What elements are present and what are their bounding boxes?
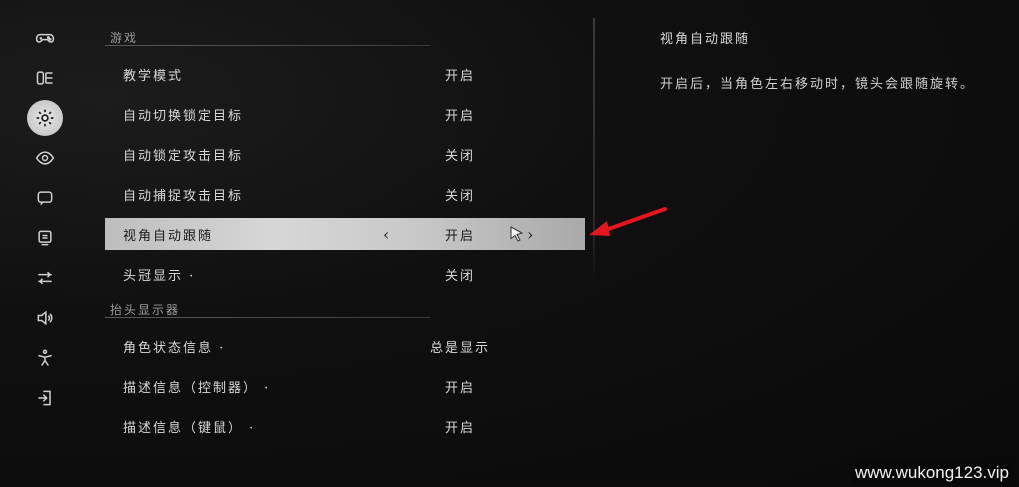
setting-value: 开启 <box>444 108 475 124</box>
section-title-game: 游戏 <box>105 22 585 54</box>
chevron-right-icon[interactable]: › <box>527 225 535 244</box>
setting-value: 开启 <box>444 68 475 84</box>
setting-label: 视角自动跟随 <box>123 228 214 244</box>
eye-icon[interactable] <box>27 140 63 176</box>
setting-value: 关闭 <box>444 148 475 164</box>
book-icon[interactable] <box>27 60 63 96</box>
setting-row-desc-keyboard-mouse[interactable]: 描述信息（键鼠） · 开启 <box>105 406 585 446</box>
setting-label: 自动切换锁定目标 <box>123 108 244 124</box>
setting-value: 总是显示 <box>429 340 490 356</box>
monitor-icon[interactable] <box>27 220 63 256</box>
mouse-cursor-icon <box>510 226 524 242</box>
setting-label: 描述信息（键鼠） · <box>123 420 256 436</box>
gamepad-icon[interactable] <box>27 20 63 56</box>
settings-list: 游戏 教学模式 开启 自动切换锁定目标 开启 自动锁定攻击目标 关闭 自动捕捉攻… <box>105 22 585 446</box>
watermark: www.wukong123.vip <box>852 463 1011 483</box>
setting-row-auto-capture-target[interactable]: 自动捕捉攻击目标 关闭 <box>105 174 585 214</box>
setting-label: 教学模式 <box>123 68 184 84</box>
setting-label: 描述信息（控制器） · <box>123 380 271 396</box>
setting-row-headgear-display[interactable]: 头冠显示 · 关闭 <box>105 254 585 294</box>
setting-label: 自动捕捉攻击目标 <box>123 188 244 204</box>
exit-icon[interactable] <box>27 380 63 416</box>
setting-row-camera-follow[interactable]: 视角自动跟随 ‹ 开启 › <box>105 218 585 250</box>
setting-label: 自动锁定攻击目标 <box>123 148 244 164</box>
section-title-hud: 抬头显示器 <box>105 294 585 326</box>
panel-divider <box>593 18 595 280</box>
setting-row-auto-lock-target[interactable]: 自动锁定攻击目标 关闭 <box>105 134 585 174</box>
setting-value: 开启 <box>444 380 475 396</box>
setting-row-tutorial-mode[interactable]: 教学模式 开启 <box>105 54 585 94</box>
sliders-icon[interactable] <box>27 260 63 296</box>
description-title: 视角自动跟随 <box>660 32 751 47</box>
description-panel: 视角自动跟随 开启后，当角色左右移动时，镜头会跟随旋转。 <box>660 28 1000 92</box>
setting-value: 关闭 <box>444 268 475 284</box>
annotation-arrow-icon <box>589 207 667 236</box>
setting-value: 关闭 <box>444 188 475 204</box>
speaker-icon[interactable] <box>27 300 63 336</box>
setting-row-character-status[interactable]: 角色状态信息 · 总是显示 <box>105 326 585 366</box>
description-body: 开启后，当角色左右移动时，镜头会跟随旋转。 <box>660 77 976 92</box>
setting-row-desc-controller[interactable]: 描述信息（控制器） · 开启 <box>105 366 585 406</box>
chat-icon[interactable] <box>27 180 63 216</box>
settings-sidebar <box>27 20 67 420</box>
gear-icon[interactable] <box>27 100 63 136</box>
setting-label: 角色状态信息 · <box>123 340 226 356</box>
setting-value: 开启 <box>444 420 475 436</box>
setting-label: 头冠显示 · <box>123 268 196 284</box>
chevron-left-icon[interactable]: ‹ <box>383 225 391 244</box>
setting-row-auto-switch-lock[interactable]: 自动切换锁定目标 开启 <box>105 94 585 134</box>
accessibility-icon[interactable] <box>27 340 63 376</box>
setting-value: 开启 <box>444 228 475 244</box>
